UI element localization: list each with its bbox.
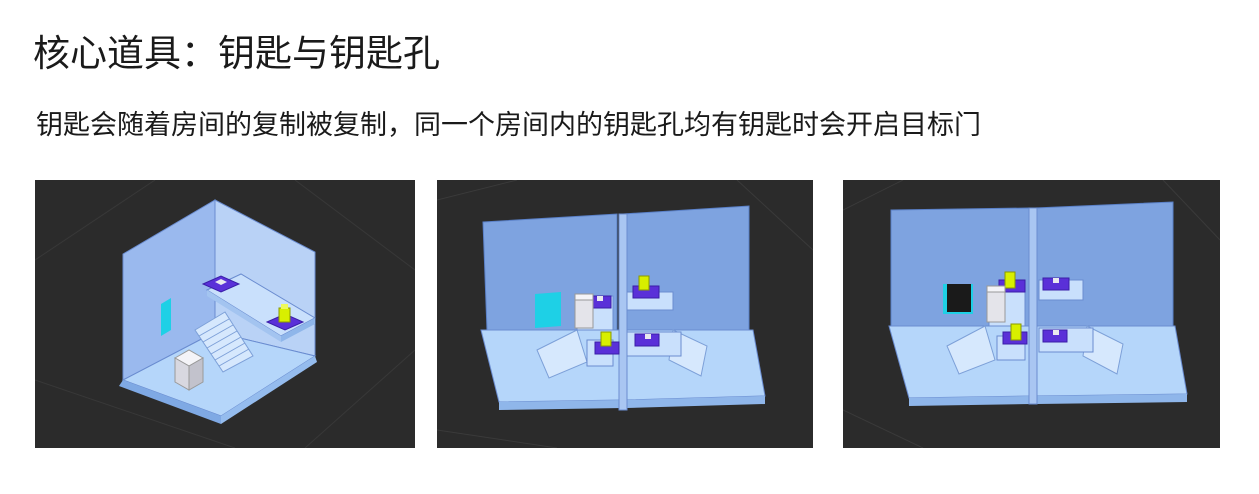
key-object	[1010, 323, 1022, 341]
back-wall-right	[622, 205, 750, 331]
duplicated-rooms-illustration	[437, 180, 813, 448]
back-wall-right	[1034, 201, 1174, 327]
door-opened-illustration	[843, 180, 1220, 448]
white-block	[574, 293, 594, 329]
keyhole-pad	[634, 333, 660, 347]
screenshot-door-opened	[843, 180, 1220, 448]
screenshot-duplicated-rooms	[437, 180, 813, 448]
white-block	[986, 285, 1006, 323]
screenshot-single-room	[35, 180, 415, 448]
door-open	[943, 284, 973, 314]
key-object	[638, 275, 650, 291]
key-object	[600, 331, 612, 347]
keyhole-pad	[1042, 277, 1070, 291]
single-room-illustration	[35, 180, 415, 448]
white-block	[173, 349, 205, 391]
slide-title: 核心道具：钥匙与钥匙孔	[33, 32, 440, 75]
door	[535, 292, 561, 328]
door	[161, 298, 171, 336]
room-divider	[1028, 207, 1038, 405]
slide-subtitle: 钥匙会随着房间的复制被复制，同一个房间内的钥匙孔均有钥匙时会开启目标门	[36, 110, 981, 141]
keyhole-pad	[1042, 329, 1068, 343]
room-divider	[618, 213, 628, 411]
key-object	[1004, 271, 1016, 289]
